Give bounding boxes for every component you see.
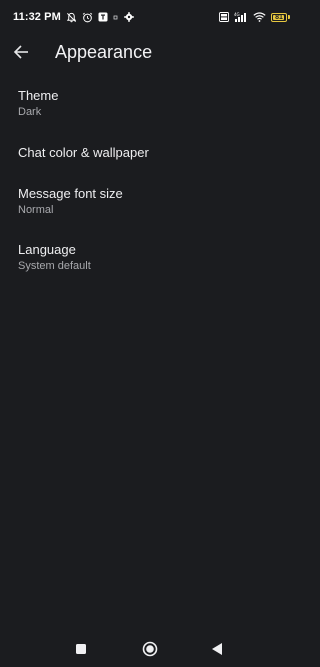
home-circle-icon [142,641,158,657]
setting-item-chat-color-wallpaper[interactable]: Chat color & wallpaper [0,139,300,179]
muted-bell-icon [66,12,77,23]
setting-title: Theme [18,88,59,103]
home-button[interactable] [139,638,161,660]
back-button[interactable] [1,34,41,70]
setting-item-theme[interactable]: Theme Dark [0,82,300,139]
system-nav-bar [0,630,300,667]
status-left: 11:32 PM [13,11,134,23]
recents-button[interactable] [70,638,92,660]
battery-level: 81 [275,13,283,21]
setting-subtitle: System default [18,260,91,272]
app-bar: Appearance [0,34,300,70]
app-notification-icon [98,12,108,22]
svg-text:4G: 4G [234,12,240,17]
volte-icon [219,12,229,22]
back-nav-button[interactable] [206,638,228,660]
gear-icon [124,12,134,22]
setting-subtitle: Normal [18,204,54,216]
setting-title: Chat color & wallpaper [18,145,149,160]
battery-icon: 81 [271,12,290,22]
recents-square-icon [75,643,87,655]
setting-title: Message font size [18,186,123,201]
alarm-clock-icon [82,12,93,23]
dot-icon [113,12,119,22]
signal-icon: 4G [234,12,248,22]
setting-subtitle: Dark [18,106,42,118]
status-right: 4G 81 [219,12,290,22]
wifi-icon [253,12,266,22]
arrow-left-icon [13,44,29,60]
page-title: Appearance [55,41,153,62]
status-bar: 11:32 PM 4G 81 [0,0,300,34]
setting-item-language[interactable]: Language System default [0,236,300,293]
setting-item-message-font-size[interactable]: Message font size Normal [0,179,300,236]
setting-title: Language [18,242,76,257]
settings-list: Theme Dark Chat color & wallpaper Messag… [0,82,300,293]
status-time: 11:32 PM [13,11,61,23]
back-triangle-icon [211,642,223,656]
